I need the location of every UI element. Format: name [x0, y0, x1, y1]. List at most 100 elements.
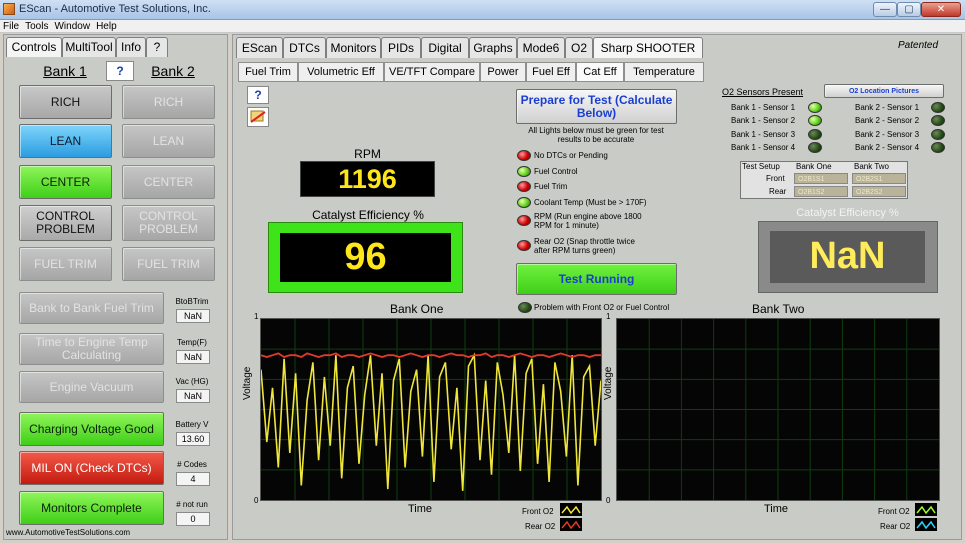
- subtab-fuel-eff[interactable]: Fuel Eff: [526, 62, 576, 82]
- graph2-legend-rear: Rear O2: [880, 522, 911, 531]
- window-title: EScan - Automotive Test Solutions, Inc.: [19, 3, 211, 15]
- subtab-ve-tft-compare[interactable]: VE/TFT Compare: [384, 62, 480, 82]
- time-to-temp-indicator: Time to Engine Temp Calculating: [19, 333, 164, 365]
- menu-window[interactable]: Window: [51, 20, 93, 33]
- subtab-volumetric-eff[interactable]: Volumetric Eff: [298, 62, 384, 82]
- bank2-fuel-trim-indicator: FUEL TRIM: [122, 247, 215, 281]
- tab-digital[interactable]: Digital: [421, 37, 469, 58]
- condition-led: [517, 197, 531, 208]
- tab-o2[interactable]: O2: [565, 37, 593, 58]
- o2-sensor-label: Bank 1 - Sensor 3: [731, 130, 796, 139]
- tab-controls[interactable]: Controls: [6, 37, 62, 57]
- battery-value: 13.60: [176, 432, 210, 446]
- codes-label: # Codes: [177, 460, 207, 469]
- graph1-legend-front: Front O2: [522, 507, 554, 516]
- tab-mode6[interactable]: Mode6: [517, 37, 565, 58]
- graph1-xlabel: Time: [408, 503, 433, 515]
- o2-sensor-label: Bank 2 - Sensor 4: [855, 143, 920, 152]
- rpm-value: 1196: [300, 161, 435, 197]
- o2-sensor-label: Bank 2 - Sensor 2: [855, 116, 920, 125]
- bank1-label: Bank 1: [43, 63, 87, 79]
- cat-eff2-value: NaN: [770, 231, 925, 283]
- subtab-cat-eff[interactable]: Cat Eff: [576, 62, 624, 82]
- b1-front-select[interactable]: O2B1S1: [794, 173, 848, 184]
- graph1-plot: [260, 318, 602, 501]
- tab-info[interactable]: Info: [116, 37, 146, 57]
- bank2-control-problem-indicator: CONTROL PROBLEM: [122, 205, 215, 241]
- cat-eff-label: Catalyst Efficiency %: [312, 208, 424, 222]
- test-running-button[interactable]: Test Running: [516, 263, 677, 295]
- b2-front-select[interactable]: O2B2S1: [852, 173, 906, 184]
- b1-rear-select[interactable]: O2B1S2: [794, 186, 848, 197]
- bank-help-button[interactable]: ?: [106, 61, 134, 81]
- o2-present-title: O2 Sensors Present: [722, 87, 804, 97]
- setup-header: Bank One: [796, 162, 832, 171]
- subtab-fuel-trim[interactable]: Fuel Trim: [238, 62, 298, 82]
- bank-to-bank-indicator: Bank to Bank Fuel Trim: [19, 292, 164, 324]
- bank1-control-problem-indicator: CONTROL PROBLEM: [19, 205, 112, 241]
- mil-indicator: MIL ON (Check DTCs): [19, 451, 164, 485]
- graph2-ylabel: Voltage: [603, 366, 614, 400]
- patented-label: Patented: [898, 40, 939, 51]
- prepare-for-test-button[interactable]: Prepare for Test (Calculate Below): [516, 89, 677, 124]
- menu-help[interactable]: Help: [93, 20, 120, 33]
- graph1-title: Bank One: [390, 302, 444, 316]
- graph2-ybot: 0: [606, 496, 611, 505]
- o2-sensor-led: [808, 129, 822, 140]
- app-icon: [3, 3, 15, 15]
- btob-trim-label: BtoBTrim: [175, 297, 209, 306]
- graph2-ytop: 1: [606, 312, 611, 321]
- b2-rear-select[interactable]: O2B2S2: [852, 186, 906, 197]
- bank2-center-indicator: CENTER: [122, 165, 215, 199]
- tab-dtcs[interactable]: DTCs: [283, 37, 326, 58]
- tab-multitool[interactable]: MultiTool: [62, 37, 116, 57]
- condition-led: [517, 166, 531, 177]
- close-button[interactable]: ✕: [921, 2, 961, 17]
- condition-text: Coolant Temp (Must be > 170F): [534, 198, 647, 207]
- problem-led: [518, 302, 532, 313]
- problem-text: Problem with Front O2 or Fuel Control: [534, 303, 670, 312]
- o2-sensor-led: [931, 129, 945, 140]
- minimize-button[interactable]: —: [873, 2, 897, 17]
- o2-sensor-led: [931, 102, 945, 113]
- legend-front-swatch: [560, 503, 582, 516]
- o2-location-pictures-button[interactable]: O2 Location Pictures: [824, 84, 944, 98]
- graph2-xlabel: Time: [764, 503, 789, 515]
- bank2-label: Bank 2: [151, 63, 195, 79]
- condition-text: No DTCs or Pending: [534, 151, 608, 160]
- menu-tools[interactable]: Tools: [22, 20, 51, 33]
- help-button[interactable]: ?: [247, 86, 269, 104]
- menu-file[interactable]: File: [0, 20, 22, 33]
- rpm-label: RPM: [354, 147, 381, 161]
- cat-eff2-label: Catalyst Efficiency %: [796, 207, 899, 219]
- graph2-plot: [616, 318, 940, 501]
- o2-sensor-label: Bank 1 - Sensor 1: [731, 103, 796, 112]
- o2-sensor-led: [931, 115, 945, 126]
- window-titlebar[interactable]: EScan - Automotive Test Solutions, Inc. …: [0, 0, 965, 20]
- footer-url[interactable]: www.AutomotiveTestSolutions.com: [6, 528, 130, 537]
- legend-rear-swatch: [560, 518, 582, 531]
- not-run-label: # not run: [176, 500, 208, 509]
- setup-front-label: Front: [766, 174, 785, 183]
- tab-sharp-shooter[interactable]: Sharp SHOOTER: [593, 37, 703, 58]
- tab-graphs[interactable]: Graphs: [469, 37, 517, 58]
- graph2-title: Bank Two: [752, 302, 805, 316]
- maximize-button[interactable]: ▢: [897, 2, 921, 17]
- subtab-temperature[interactable]: Temperature: [624, 62, 704, 82]
- tools-icon[interactable]: [247, 107, 269, 127]
- vacuum-value: NaN: [176, 389, 210, 403]
- graph2-legend-front: Front O2: [878, 507, 910, 516]
- subtab-power[interactable]: Power: [480, 62, 526, 82]
- tab-help[interactable]: ?: [146, 37, 168, 57]
- bank1-rich-indicator: RICH: [19, 85, 112, 119]
- condition-text: Rear O2 (Snap throttle twice after RPM t…: [534, 237, 635, 255]
- o2-sensor-label: Bank 2 - Sensor 1: [855, 103, 920, 112]
- charging-voltage-indicator: Charging Voltage Good: [19, 412, 164, 446]
- tab-monitors[interactable]: Monitors: [326, 37, 381, 58]
- tab-pids[interactable]: PIDs: [381, 37, 421, 58]
- menu-bar: File Tools Window Help: [0, 20, 965, 33]
- bank1-center-indicator: CENTER: [19, 165, 112, 199]
- engine-vacuum-indicator: Engine Vacuum: [19, 371, 164, 403]
- tab-escan[interactable]: EScan: [236, 37, 283, 58]
- cat-eff-value: 96: [280, 233, 451, 282]
